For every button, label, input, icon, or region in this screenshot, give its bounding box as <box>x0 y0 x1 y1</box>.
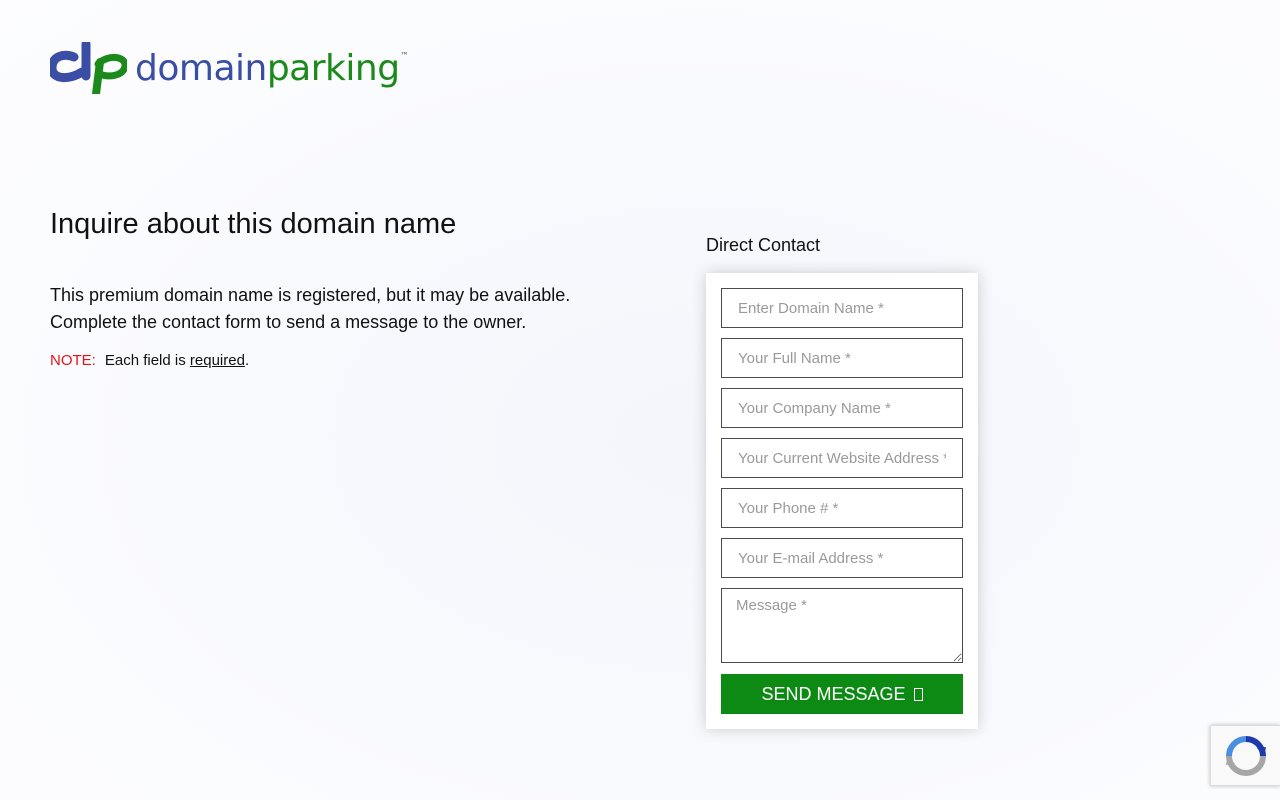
required-note: NOTE: Each field is required. <box>50 352 249 369</box>
dp-logo-icon <box>50 42 127 94</box>
direct-contact-title: Direct Contact <box>706 235 821 255</box>
phone-input[interactable] <box>721 488 963 528</box>
send-message-label: SEND MESSAGE <box>761 683 906 704</box>
intro-line-2: Complete the contact form to send a mess… <box>50 312 527 332</box>
note-period: . <box>244 352 250 369</box>
logo-wordmark: domain parking ™ <box>135 45 409 102</box>
message-textarea[interactable] <box>721 588 963 663</box>
company-name-input[interactable] <box>721 388 963 428</box>
recaptcha-icon <box>1225 735 1266 776</box>
recaptcha-badge[interactable] <box>1210 725 1280 786</box>
logo-word-domain: domain <box>135 48 267 89</box>
logo-trademark: ™ <box>400 51 409 60</box>
contact-form: SEND MESSAGE <box>706 273 978 729</box>
full-name-input[interactable] <box>721 338 963 378</box>
website-address-input[interactable] <box>721 438 963 478</box>
email-input[interactable] <box>721 538 963 578</box>
logo-word-parking: parking <box>266 48 400 89</box>
note-label: NOTE: <box>50 352 96 369</box>
domain-name-input[interactable] <box>721 288 963 328</box>
intro-text: This premium domain name is registered, … <box>50 282 610 336</box>
intro-line-1: This premium domain name is registered, … <box>50 285 571 305</box>
send-message-button[interactable]: SEND MESSAGE <box>721 674 963 714</box>
note-required: required <box>189 352 245 369</box>
page-title: Inquire about this domain name <box>50 208 457 240</box>
site-logo[interactable]: domain parking ™ <box>50 42 409 102</box>
note-text: Each field is <box>104 352 190 369</box>
missing-glyph-icon <box>913 687 923 701</box>
